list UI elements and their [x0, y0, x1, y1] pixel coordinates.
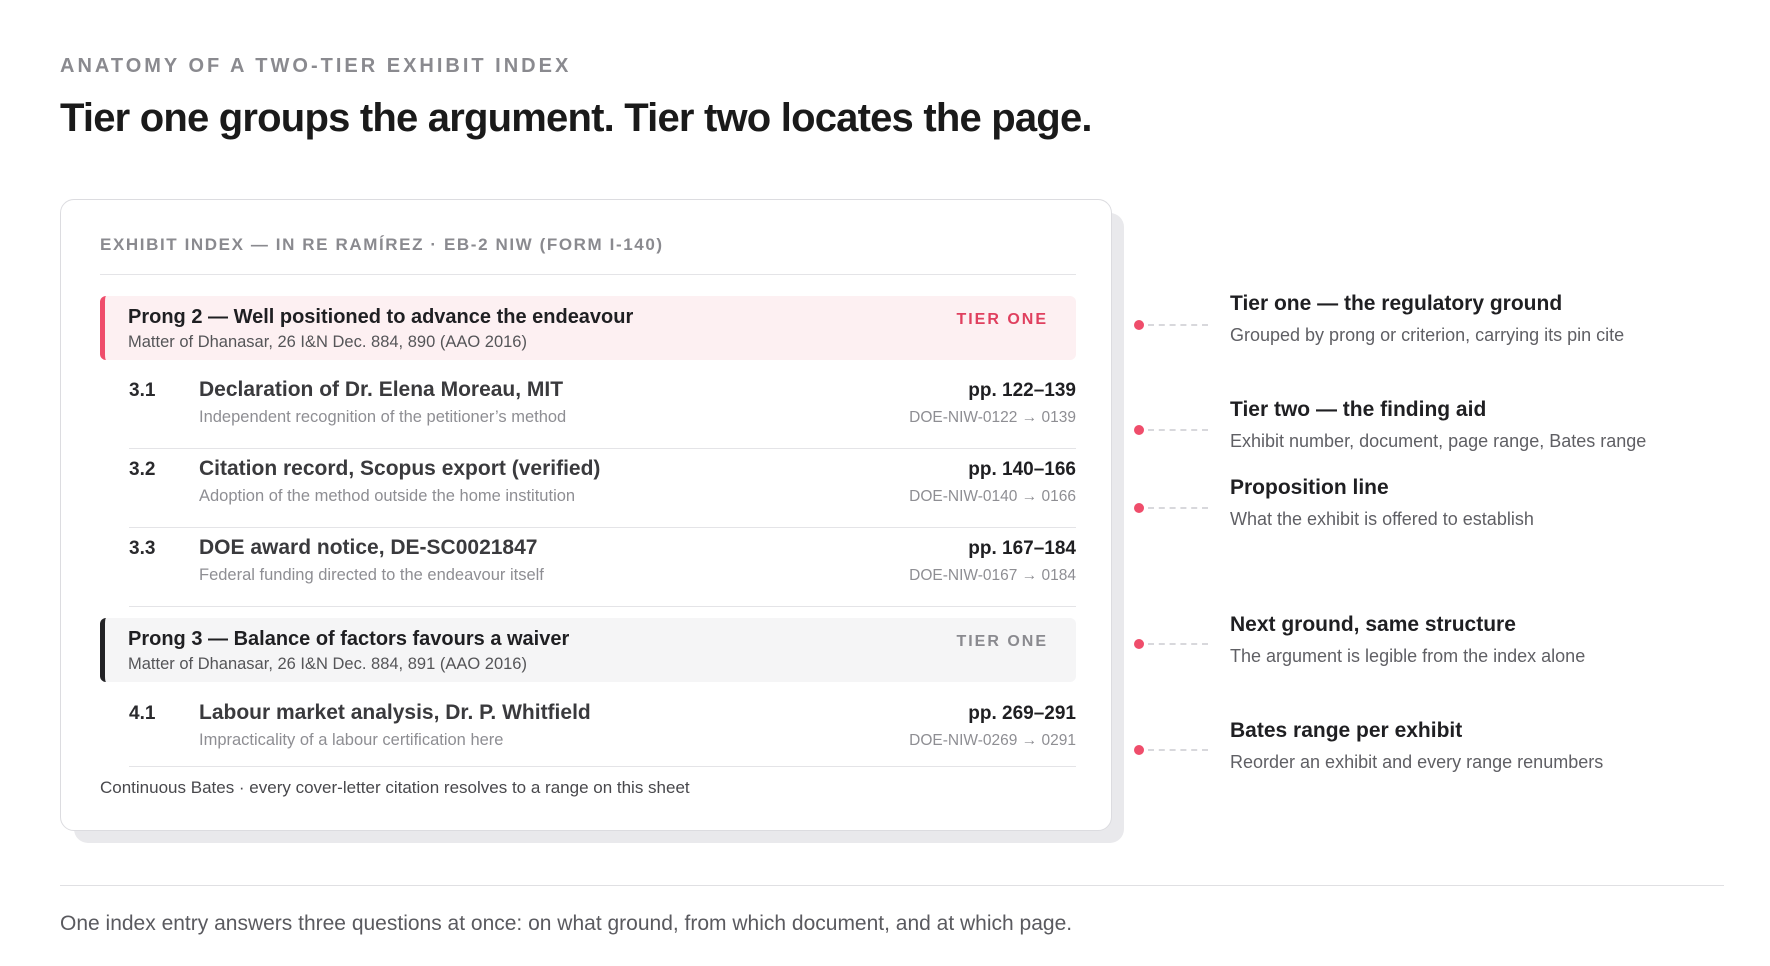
exhibit-proposition: Impracticality of a labour certification… — [199, 731, 504, 749]
summary-text: One index entry answers three questions … — [60, 912, 1073, 935]
callout-leader — [1148, 429, 1208, 431]
tier-one-citation: Matter of Dhanasar, 26 I&N Dec. 884, 891… — [128, 655, 527, 673]
exhibit-proposition: Independent recognition of the petitione… — [199, 408, 567, 426]
exhibit-document: Labour market analysis, Dr. P. Whitfield — [199, 701, 591, 724]
callout-leader — [1148, 507, 1208, 509]
callout-leader — [1148, 749, 1208, 751]
callout-title: Next ground, same structure — [1230, 613, 1516, 636]
exhibit-row: 4.1 Labour market analysis, Dr. P. Whitf… — [129, 693, 1076, 771]
page-title: Tier one groups the argument. Tier two l… — [60, 96, 1093, 140]
exhibit-index-card: EXHIBIT INDEX — IN RE RAMÍREZ · EB-2 NIW… — [60, 199, 1112, 831]
exhibit-proposition: Federal funding directed to the endeavou… — [199, 566, 544, 584]
eyebrow-label: ANATOMY OF A TWO-TIER EXHIBIT INDEX — [60, 55, 572, 77]
callout-marker — [1134, 425, 1144, 435]
callout-leader — [1148, 324, 1208, 326]
callout-description: What the exhibit is offered to establish — [1230, 509, 1534, 529]
tier-one-row-prong-3: Prong 3 — Balance of factors favours a w… — [100, 618, 1076, 682]
callout-title: Proposition line — [1230, 476, 1389, 499]
divider — [100, 274, 1076, 275]
exhibit-bates-range: DOE-NIW-0167 → 0184 — [909, 567, 1076, 584]
exhibit-document: Declaration of Dr. Elena Moreau, MIT — [199, 378, 564, 401]
callout-marker — [1134, 745, 1144, 755]
exhibit-row: 3.1 Declaration of Dr. Elena Moreau, MIT… — [129, 370, 1076, 448]
exhibit-page-range: pp. 167–184 — [968, 538, 1076, 559]
callout-proposition-line: Proposition line What the exhibit is off… — [1230, 476, 1730, 530]
callout-title: Tier one — the regulatory ground — [1230, 292, 1563, 315]
callout-marker — [1134, 639, 1144, 649]
exhibit-row: 3.3 DOE award notice, DE-SC0021847 Feder… — [129, 528, 1076, 606]
card-footnote: Continuous Bates · every cover-letter ci… — [100, 778, 690, 797]
callout-title: Tier two — the finding aid — [1230, 398, 1487, 421]
exhibit-page-range: pp. 140–166 — [968, 459, 1076, 480]
exhibit-bates-range: DOE-NIW-0140 → 0166 — [909, 488, 1076, 505]
tier-one-row-prong-2: Prong 2 — Well positioned to advance the… — [100, 296, 1076, 360]
exhibit-number: 3.1 — [129, 380, 156, 401]
callout-tier-one: Tier one — the regulatory ground Grouped… — [1230, 292, 1730, 346]
exhibit-bates-range: DOE-NIW-0122 → 0139 — [909, 409, 1076, 426]
callout-description: Grouped by prong or criterion, carrying … — [1230, 325, 1625, 345]
exhibit-number: 3.3 — [129, 538, 156, 559]
tier-one-title: Prong 3 — Balance of factors favours a w… — [128, 628, 570, 650]
callout-tier-two: Tier two — the finding aid Exhibit numbe… — [1230, 398, 1730, 452]
callout-description: The argument is legible from the index a… — [1230, 646, 1586, 666]
callout-next-ground: Next ground, same structure The argument… — [1230, 613, 1730, 667]
callout-leader — [1148, 643, 1208, 645]
exhibit-row: 3.2 Citation record, Scopus export (veri… — [129, 449, 1076, 527]
callout-marker — [1134, 503, 1144, 513]
callout-marker — [1134, 320, 1144, 330]
divider — [129, 606, 1076, 607]
exhibit-proposition: Adoption of the method outside the home … — [199, 487, 576, 505]
exhibit-number: 3.2 — [129, 459, 156, 480]
tier-one-tag: TIER ONE — [956, 633, 1048, 650]
tier-one-tag: TIER ONE — [956, 311, 1048, 328]
exhibit-document: Citation record, Scopus export (verified… — [199, 457, 601, 480]
callout-description: Exhibit number, document, page range, Ba… — [1230, 431, 1647, 451]
divider — [129, 766, 1076, 767]
callout-description: Reorder an exhibit and every range renum… — [1230, 752, 1604, 772]
callout-bates-range: Bates range per exhibit Reorder an exhib… — [1230, 719, 1730, 773]
exhibit-page-range: pp. 269–291 — [968, 703, 1076, 724]
tier-one-citation: Matter of Dhanasar, 26 I&N Dec. 884, 890… — [128, 333, 527, 351]
divider — [60, 885, 1724, 886]
exhibit-page-range: pp. 122–139 — [968, 380, 1076, 401]
exhibit-bates-range: DOE-NIW-0269 → 0291 — [909, 732, 1076, 749]
tier-one-title: Prong 2 — Well positioned to advance the… — [128, 306, 634, 328]
exhibit-number: 4.1 — [129, 703, 156, 724]
card-title: EXHIBIT INDEX — IN RE RAMÍREZ · EB-2 NIW… — [100, 235, 664, 254]
callout-title: Bates range per exhibit — [1230, 719, 1463, 742]
exhibit-document: DOE award notice, DE-SC0021847 — [199, 536, 538, 559]
